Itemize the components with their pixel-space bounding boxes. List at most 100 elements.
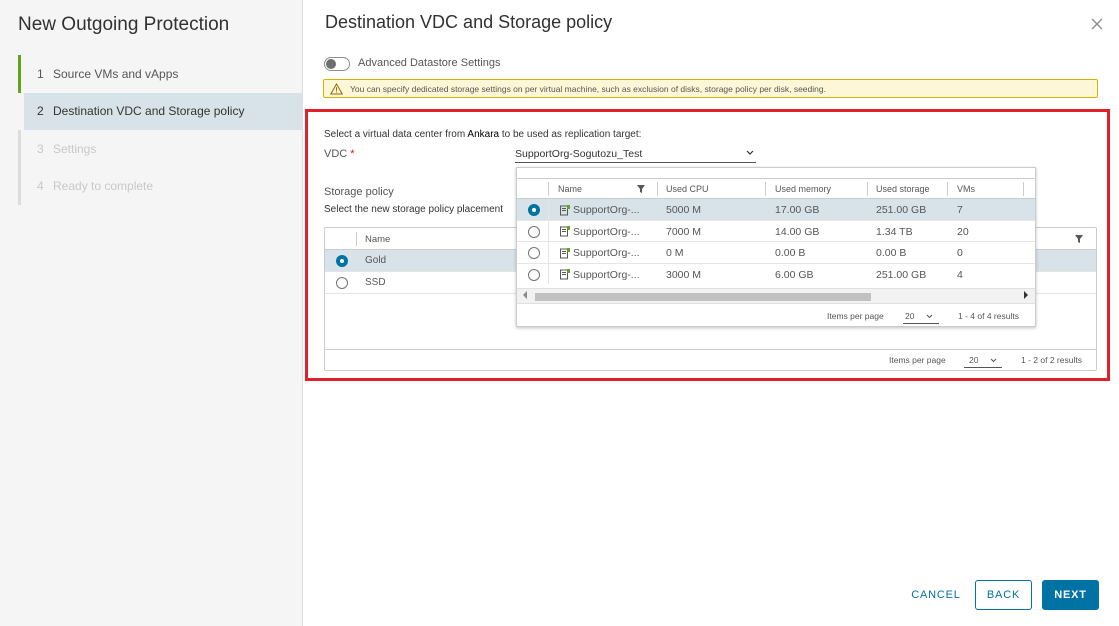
vdc-icon (559, 247, 570, 259)
filter-icon[interactable] (1075, 235, 1083, 245)
vm-count: 20 (957, 225, 969, 238)
step-number: 1 (37, 66, 44, 81)
required-marker: * (350, 148, 355, 160)
column-header-name[interactable]: Name (365, 234, 390, 245)
used-storage: 251.00 GB (876, 204, 927, 216)
vdc-select-value: SupportOrg-Sogutozu_Test (515, 148, 643, 160)
vdc-name-cell: SupportOrg-... (559, 204, 640, 216)
column-header-used-memory[interactable]: Used memory (775, 184, 831, 194)
items-per-page-label: Items per page (827, 311, 884, 321)
chevron-down-icon (926, 312, 933, 321)
vdc-icon (559, 226, 570, 237)
wizard-step-settings: 3 Settings (18, 130, 303, 168)
row-radio[interactable] (528, 225, 540, 238)
policy-name: Gold (365, 255, 387, 266)
wizard-step-destination-vdc[interactable]: 2 Destination VDC and Storage policy (18, 92, 303, 130)
grid-header: Name Used CPU Used memory Used storage V… (517, 179, 1035, 199)
used-storage: 1.34 TB (876, 225, 913, 238)
warning-icon (330, 82, 343, 94)
policy-name: SSD (365, 277, 386, 288)
wizard-sidebar: New Outgoing Protection 1 Source VMs and… (0, 0, 303, 626)
grid-footer: Items per page 20 1 - 2 of 2 results (325, 349, 1096, 370)
warning-alert: You can specify dedicated storage settin… (323, 79, 1098, 98)
column-separator (548, 263, 549, 284)
used-memory: 6.00 GB (775, 268, 814, 281)
storage-policy-title: Storage policy (324, 186, 394, 198)
row-radio[interactable] (336, 255, 348, 267)
grid-footer: Items per page 20 1 - 4 of 4 results (517, 306, 1035, 326)
row-radio[interactable] (336, 277, 348, 289)
used-storage: 0.00 B (876, 247, 907, 259)
horizontal-scrollbar[interactable] (517, 288, 1035, 304)
close-icon[interactable] (1088, 17, 1106, 35)
step-label: Destination VDC and Storage policy (53, 104, 245, 119)
items-per-page-value: 20 (905, 311, 915, 321)
step-label: Settings (53, 141, 97, 156)
intro-suffix: to be used as replication target: (499, 129, 642, 140)
vdc-icon (559, 269, 570, 280)
vm-count: 0 (957, 247, 963, 259)
row-radio[interactable] (528, 204, 540, 216)
vdc-label-text: VDC (324, 148, 348, 160)
storage-policy-desc: Select the new storage policy placement (324, 204, 503, 215)
scrollbar-thumb[interactable] (535, 293, 871, 301)
column-header-name[interactable]: Name (558, 184, 582, 194)
column-separator (1023, 182, 1024, 196)
column-header-used-cpu[interactable]: Used CPU (666, 184, 709, 194)
used-cpu: 0 M (666, 247, 684, 259)
toggle-knob (326, 59, 336, 69)
results-count: 1 - 2 of 2 results (1021, 355, 1082, 365)
used-storage: 251.00 GB (876, 268, 927, 281)
items-per-page-label: Items per page (889, 355, 946, 365)
column-separator (867, 182, 868, 196)
column-separator (947, 182, 948, 196)
results-count: 1 - 4 of 4 results (958, 311, 1019, 321)
row-radio[interactable] (528, 268, 540, 281)
column-separator (548, 242, 549, 263)
table-row[interactable]: SupportOrg-... 5000 M 17.00 GB 251.00 GB… (517, 199, 1035, 221)
vdc-name: SupportOrg-... (573, 204, 640, 216)
table-row[interactable]: SupportOrg-... 7000 M 14.00 GB 1.34 TB 2… (517, 220, 1035, 242)
column-separator (657, 182, 658, 196)
next-button[interactable]: NEXT (1042, 580, 1099, 610)
table-row[interactable]: SupportOrg-... 3000 M 6.00 GB 251.00 GB … (517, 263, 1035, 284)
step-label: Source VMs and vApps (53, 66, 179, 81)
cancel-button[interactable]: CANCEL (905, 580, 967, 610)
vm-count: 7 (957, 204, 963, 216)
back-button[interactable]: BACK (975, 580, 1032, 610)
filter-icon[interactable] (637, 185, 645, 195)
items-per-page-value: 20 (969, 355, 979, 365)
intro-site: Ankara (467, 129, 500, 140)
column-header-vms[interactable]: VMs (957, 184, 975, 194)
wizard-title: New Outgoing Protection (18, 14, 230, 35)
used-cpu: 7000 M (666, 225, 702, 238)
column-header-used-storage[interactable]: Used storage (876, 184, 930, 194)
advanced-datastore-toggle[interactable] (324, 57, 350, 71)
step-number: 4 (37, 179, 44, 194)
items-per-page-select[interactable]: 20 (903, 310, 939, 324)
step-number: 2 (37, 104, 44, 119)
advanced-datastore-label: Advanced Datastore Settings (358, 57, 501, 69)
step-label: Ready to complete (53, 179, 154, 194)
row-radio[interactable] (528, 247, 540, 259)
table-row[interactable]: SupportOrg-... 0 M 0.00 B 0.00 B 0 (517, 242, 1035, 264)
vdc-grid: Name Used CPU Used memory Used storage V… (517, 178, 1035, 284)
used-memory: 17.00 GB (775, 204, 820, 216)
column-separator (356, 232, 357, 246)
used-cpu: 3000 M (666, 268, 702, 281)
items-per-page-select[interactable]: 20 (964, 354, 1002, 368)
column-separator (548, 182, 549, 196)
scroll-left-icon[interactable] (523, 291, 528, 301)
vdc-name: SupportOrg-... (573, 225, 640, 238)
vdc-label: VDC * (324, 148, 355, 160)
column-separator (765, 182, 766, 196)
vdc-select[interactable]: SupportOrg-Sogutozu_Test (515, 145, 756, 163)
column-separator (548, 220, 549, 241)
vdc-name-cell: SupportOrg-... (559, 269, 640, 281)
wizard-steps: 1 Source VMs and vApps 2 Destination VDC… (18, 55, 303, 205)
column-separator (548, 199, 549, 220)
wizard-step-source-vms[interactable]: 1 Source VMs and vApps (18, 55, 303, 93)
scroll-right-icon[interactable] (1023, 291, 1028, 301)
chevron-down-icon (990, 356, 997, 365)
vdc-dropdown-popup: Name Used CPU Used memory Used storage V… (516, 167, 1036, 327)
